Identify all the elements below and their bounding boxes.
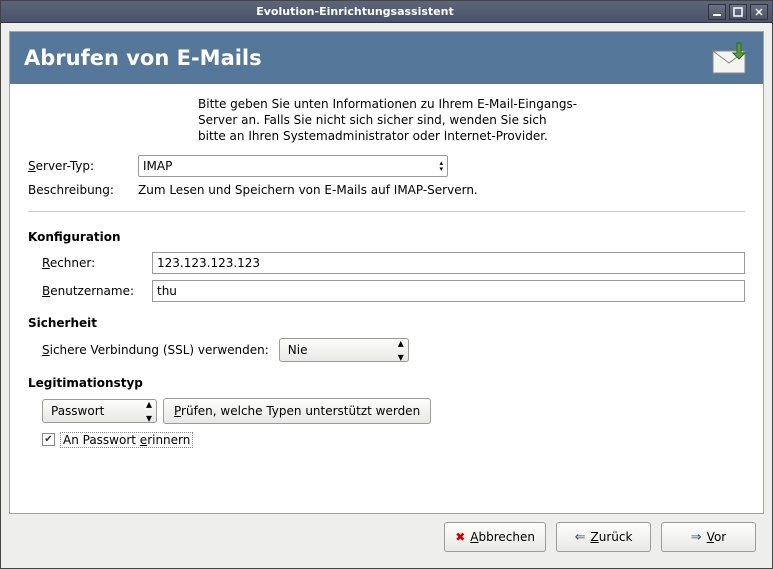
auth-section-title: Legitimationstyp xyxy=(28,376,745,390)
spinner-icon: ▴▾ xyxy=(439,160,443,172)
remember-password-checkbox[interactable] xyxy=(42,433,55,446)
description-row: Beschreibung: Zum Lesen und Speichern vo… xyxy=(28,183,745,197)
description-value: Zum Lesen und Speichern von E-Mails auf … xyxy=(138,183,478,197)
page-title: Abrufen von E-Mails xyxy=(24,46,709,70)
host-input-wrapper xyxy=(152,252,745,274)
minimize-button[interactable] xyxy=(708,4,726,20)
server-type-row: Server-Typ: IMAP ▴▾ xyxy=(28,155,745,177)
auth-type-value: Passwort xyxy=(51,404,104,418)
next-button[interactable]: ⇒ Vor xyxy=(661,522,756,552)
check-types-button[interactable]: Prüfen, welche Typen unterstützt werden xyxy=(163,398,431,424)
cancel-button[interactable]: ✖ Abbrechen xyxy=(444,522,546,552)
cancel-icon: ✖ xyxy=(455,530,465,544)
intro-line: Server an. Falls Sie nicht sich sicher s… xyxy=(198,112,745,128)
close-button[interactable] xyxy=(750,4,768,20)
username-row: Benutzername: xyxy=(42,280,745,302)
ssl-row: Sichere Verbindung (SSL) verwenden: Nie … xyxy=(42,338,745,362)
host-label: Rechner: xyxy=(42,256,152,270)
footer-buttons: ✖ Abbrechen ⇐ Zurück ⇒ Vor xyxy=(9,514,764,560)
window-title: Evolution-Einrichtungsassistent xyxy=(5,5,705,18)
remember-password-row: An Passwort erinnern xyxy=(42,432,745,448)
intro-line: bitte an Ihren Systemadministrator oder … xyxy=(198,128,745,144)
intro-text: Bitte geben Sie unten Informationen zu I… xyxy=(198,96,745,145)
server-type-value: IMAP xyxy=(143,159,172,173)
main-panel: Abrufen von E-Mails Bitte geben Sie unte… xyxy=(9,31,764,514)
description-label: Beschreibung: xyxy=(28,183,138,197)
back-arrow-icon: ⇐ xyxy=(575,530,586,545)
maximize-button[interactable] xyxy=(729,4,747,20)
separator xyxy=(28,211,745,212)
username-input[interactable] xyxy=(157,284,740,298)
ssl-label: Sichere Verbindung (SSL) verwenden: xyxy=(42,343,269,357)
ssl-select[interactable]: Nie ▴▾ xyxy=(279,338,409,362)
spinner-icon: ▴▾ xyxy=(146,397,152,425)
body-area: Bitte geben Sie unten Informationen zu I… xyxy=(10,84,763,513)
username-input-wrapper xyxy=(152,280,745,302)
username-label: Benutzername: xyxy=(42,284,152,298)
auth-type-select[interactable]: Passwort ▴▾ xyxy=(42,399,157,423)
page-header: Abrufen von E-Mails xyxy=(10,32,763,84)
window-frame: Evolution-Einrichtungsassistent Abrufen … xyxy=(0,0,773,569)
server-type-select[interactable]: IMAP ▴▾ xyxy=(138,155,448,177)
titlebar[interactable]: Evolution-Einrichtungsassistent xyxy=(1,1,772,23)
intro-line: Bitte geben Sie unten Informationen zu I… xyxy=(198,96,745,112)
config-section-title: Konfiguration xyxy=(28,230,745,244)
back-button[interactable]: ⇐ Zurück xyxy=(556,522,651,552)
server-type-label: Server-Typ: xyxy=(28,159,138,173)
remember-password-label[interactable]: An Passwort erinnern xyxy=(60,432,193,448)
ssl-value: Nie xyxy=(288,343,308,357)
content-area: Abrufen von E-Mails Bitte geben Sie unte… xyxy=(1,23,772,568)
host-row: Rechner: xyxy=(42,252,745,274)
host-input[interactable] xyxy=(157,256,740,270)
security-section-title: Sicherheit xyxy=(28,316,745,330)
forward-arrow-icon: ⇒ xyxy=(691,530,702,545)
mail-receive-icon xyxy=(709,41,749,75)
spinner-icon: ▴▾ xyxy=(398,336,404,364)
